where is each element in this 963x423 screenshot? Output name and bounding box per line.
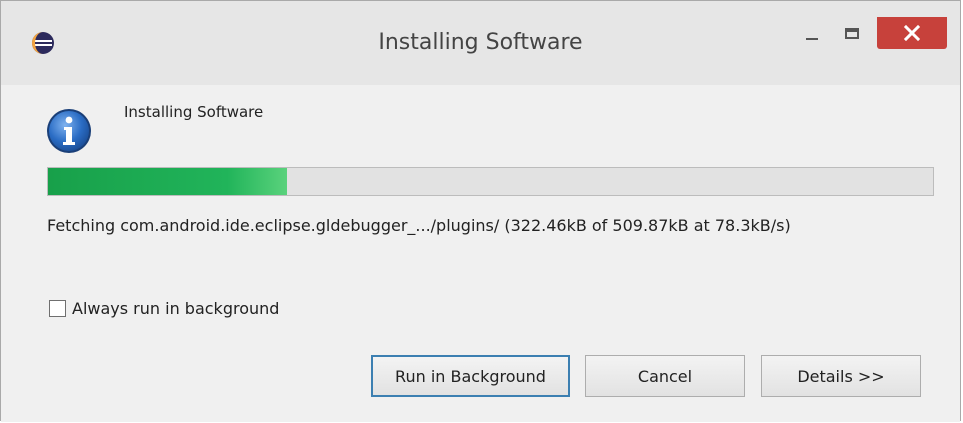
- maximize-icon: [845, 28, 859, 39]
- close-button[interactable]: [877, 17, 947, 49]
- run-in-background-button[interactable]: Run in Background: [371, 355, 570, 397]
- progress-fill: [48, 168, 287, 195]
- progress-bar: [47, 167, 934, 196]
- dialog-message: Installing Software: [124, 103, 264, 121]
- always-run-in-background-checkbox[interactable]: [49, 300, 66, 317]
- details-button[interactable]: Details >>: [761, 355, 921, 397]
- minimize-button[interactable]: [791, 17, 831, 53]
- close-icon: [904, 25, 920, 41]
- cancel-button[interactable]: Cancel: [585, 355, 745, 397]
- info-icon: [47, 109, 91, 153]
- minimize-icon: [806, 38, 818, 40]
- status-text: Fetching com.android.ide.eclipse.gldebug…: [47, 216, 791, 235]
- installing-software-dialog: Installing Software Installing Software …: [0, 0, 961, 422]
- always-run-in-background-option[interactable]: Always run in background: [49, 299, 279, 318]
- dialog-body: Installing Software Fetching com.android…: [1, 85, 960, 422]
- title-bar[interactable]: Installing Software: [1, 1, 960, 85]
- maximize-button[interactable]: [831, 17, 875, 53]
- always-run-in-background-label: Always run in background: [72, 299, 280, 318]
